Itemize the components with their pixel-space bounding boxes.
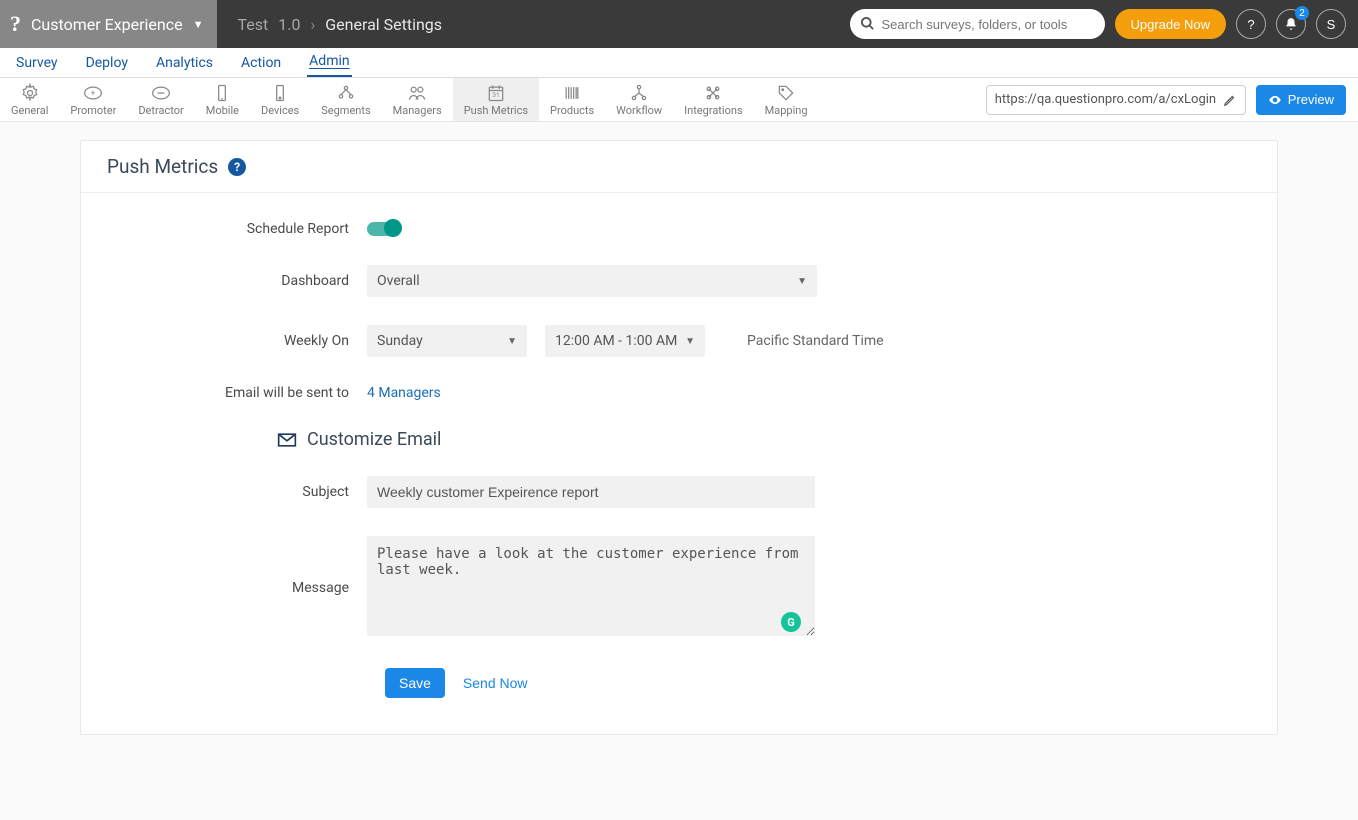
schedule-report-label: Schedule Report (107, 221, 367, 237)
top-header: ? Customer Experience ▼ Test 1.0 › Gener… (0, 0, 1358, 48)
logo-icon: ? (10, 11, 21, 37)
crumb-project[interactable]: Test (237, 15, 268, 34)
eye-icon (1268, 93, 1282, 107)
nav-analytics[interactable]: Analytics (154, 55, 215, 77)
managers-icon (406, 83, 428, 103)
subnav-products[interactable]: Products (539, 78, 605, 121)
barcode-icon (561, 83, 583, 103)
nav-admin[interactable]: Admin (307, 53, 351, 77)
brand-name: Customer Experience (31, 15, 183, 34)
integrations-icon (702, 83, 724, 103)
calendar-icon: 31 (485, 83, 507, 103)
main-nav: Survey Deploy Analytics Action Admin (0, 48, 1358, 78)
dashboard-select[interactable]: Overall ▼ (367, 265, 817, 297)
pencil-icon (1223, 93, 1237, 107)
crumb-page: General Settings (325, 15, 442, 34)
gear-icon (19, 83, 41, 103)
subnav-mapping[interactable]: Mapping (754, 78, 819, 121)
subnav-managers[interactable]: Managers (382, 78, 453, 121)
page-title: Push Metrics (107, 155, 218, 178)
message-textarea[interactable] (367, 536, 815, 636)
envelope-icon (277, 432, 297, 448)
share-url-text: https://qa.questionpro.com/a/cxLogin.do? (995, 92, 1217, 107)
upgrade-button[interactable]: Upgrade Now (1115, 9, 1227, 39)
detractor-icon (150, 83, 172, 103)
avatar-button[interactable]: S (1316, 9, 1346, 39)
card-body: Schedule Report Dashboard Overall ▼ Week… (81, 193, 1277, 734)
customize-email-title: Customize Email (277, 429, 1251, 450)
chevron-down-icon: ▼ (685, 336, 695, 347)
nav-deploy[interactable]: Deploy (84, 55, 130, 77)
weekly-on-label: Weekly On (107, 333, 367, 349)
notification-badge: 2 (1295, 6, 1309, 20)
preview-button[interactable]: Preview (1256, 85, 1346, 115)
nav-action[interactable]: Action (239, 55, 283, 77)
card-header: Push Metrics ? (81, 141, 1277, 193)
subnav-segments[interactable]: Segments (310, 78, 381, 121)
chevron-right-icon: › (310, 15, 315, 34)
search-input[interactable] (850, 9, 1105, 39)
brand-switcher[interactable]: ? Customer Experience ▼ (0, 0, 217, 48)
push-metrics-card: Push Metrics ? Schedule Report Dashboard… (80, 140, 1278, 735)
notifications-button[interactable]: 2 (1276, 9, 1306, 39)
email-sent-label: Email will be sent to (107, 385, 367, 401)
devices-icon (269, 83, 291, 103)
weekly-day-select[interactable]: Sunday ▼ (367, 325, 527, 357)
icon-nav-items: General + Promoter Detractor Mobile Devi… (0, 78, 819, 121)
header-right: Upgrade Now ? 2 S (850, 9, 1358, 39)
subnav-push-metrics[interactable]: 31 Push Metrics (453, 78, 539, 121)
subject-label: Subject (107, 484, 367, 500)
subnav-devices[interactable]: Devices (250, 78, 310, 121)
help-icon[interactable]: ? (228, 158, 246, 176)
subnav-mobile[interactable]: Mobile (195, 78, 250, 121)
chevron-down-icon: ▼ (193, 18, 204, 31)
content-area: Push Metrics ? Schedule Report Dashboard… (0, 122, 1358, 753)
chevron-down-icon: ▼ (797, 276, 807, 287)
message-label: Message (107, 580, 367, 596)
segments-icon (335, 83, 357, 103)
icon-nav-right: https://qa.questionpro.com/a/cxLogin.do?… (986, 78, 1358, 121)
tag-icon (775, 83, 797, 103)
subnav-integrations[interactable]: Integrations (673, 78, 753, 121)
subnav-detractor[interactable]: Detractor (127, 78, 194, 121)
subnav-workflow[interactable]: Workflow (605, 78, 673, 121)
grammarly-icon[interactable]: G (781, 612, 801, 632)
send-now-button[interactable]: Send Now (463, 675, 528, 691)
mobile-icon (211, 83, 233, 103)
dashboard-label: Dashboard (107, 273, 367, 289)
promoter-icon: + (82, 83, 104, 103)
search-wrap (850, 9, 1105, 39)
workflow-icon (628, 83, 650, 103)
svg-text:31: 31 (492, 91, 499, 99)
nav-survey[interactable]: Survey (14, 55, 60, 77)
button-row: Save Send Now (385, 668, 1251, 698)
schedule-report-toggle[interactable] (367, 222, 399, 236)
help-button[interactable]: ? (1236, 9, 1266, 39)
save-button[interactable]: Save (385, 668, 445, 698)
icon-nav: General + Promoter Detractor Mobile Devi… (0, 78, 1358, 122)
managers-link[interactable]: 4 Managers (367, 385, 441, 401)
subject-input[interactable] (367, 476, 815, 508)
crumb-version: 1.0 (278, 15, 300, 34)
timezone-text: Pacific Standard Time (747, 333, 884, 349)
share-url-box[interactable]: https://qa.questionpro.com/a/cxLogin.do? (986, 85, 1246, 115)
subnav-promoter[interactable]: + Promoter (59, 78, 127, 121)
weekly-time-select[interactable]: 12:00 AM - 1:00 AM ▼ (545, 325, 705, 357)
subnav-general[interactable]: General (0, 78, 59, 121)
chevron-down-icon: ▼ (507, 336, 517, 347)
svg-text:+: + (91, 88, 96, 98)
breadcrumb: Test 1.0 › General Settings (217, 15, 442, 34)
search-icon (860, 16, 875, 31)
